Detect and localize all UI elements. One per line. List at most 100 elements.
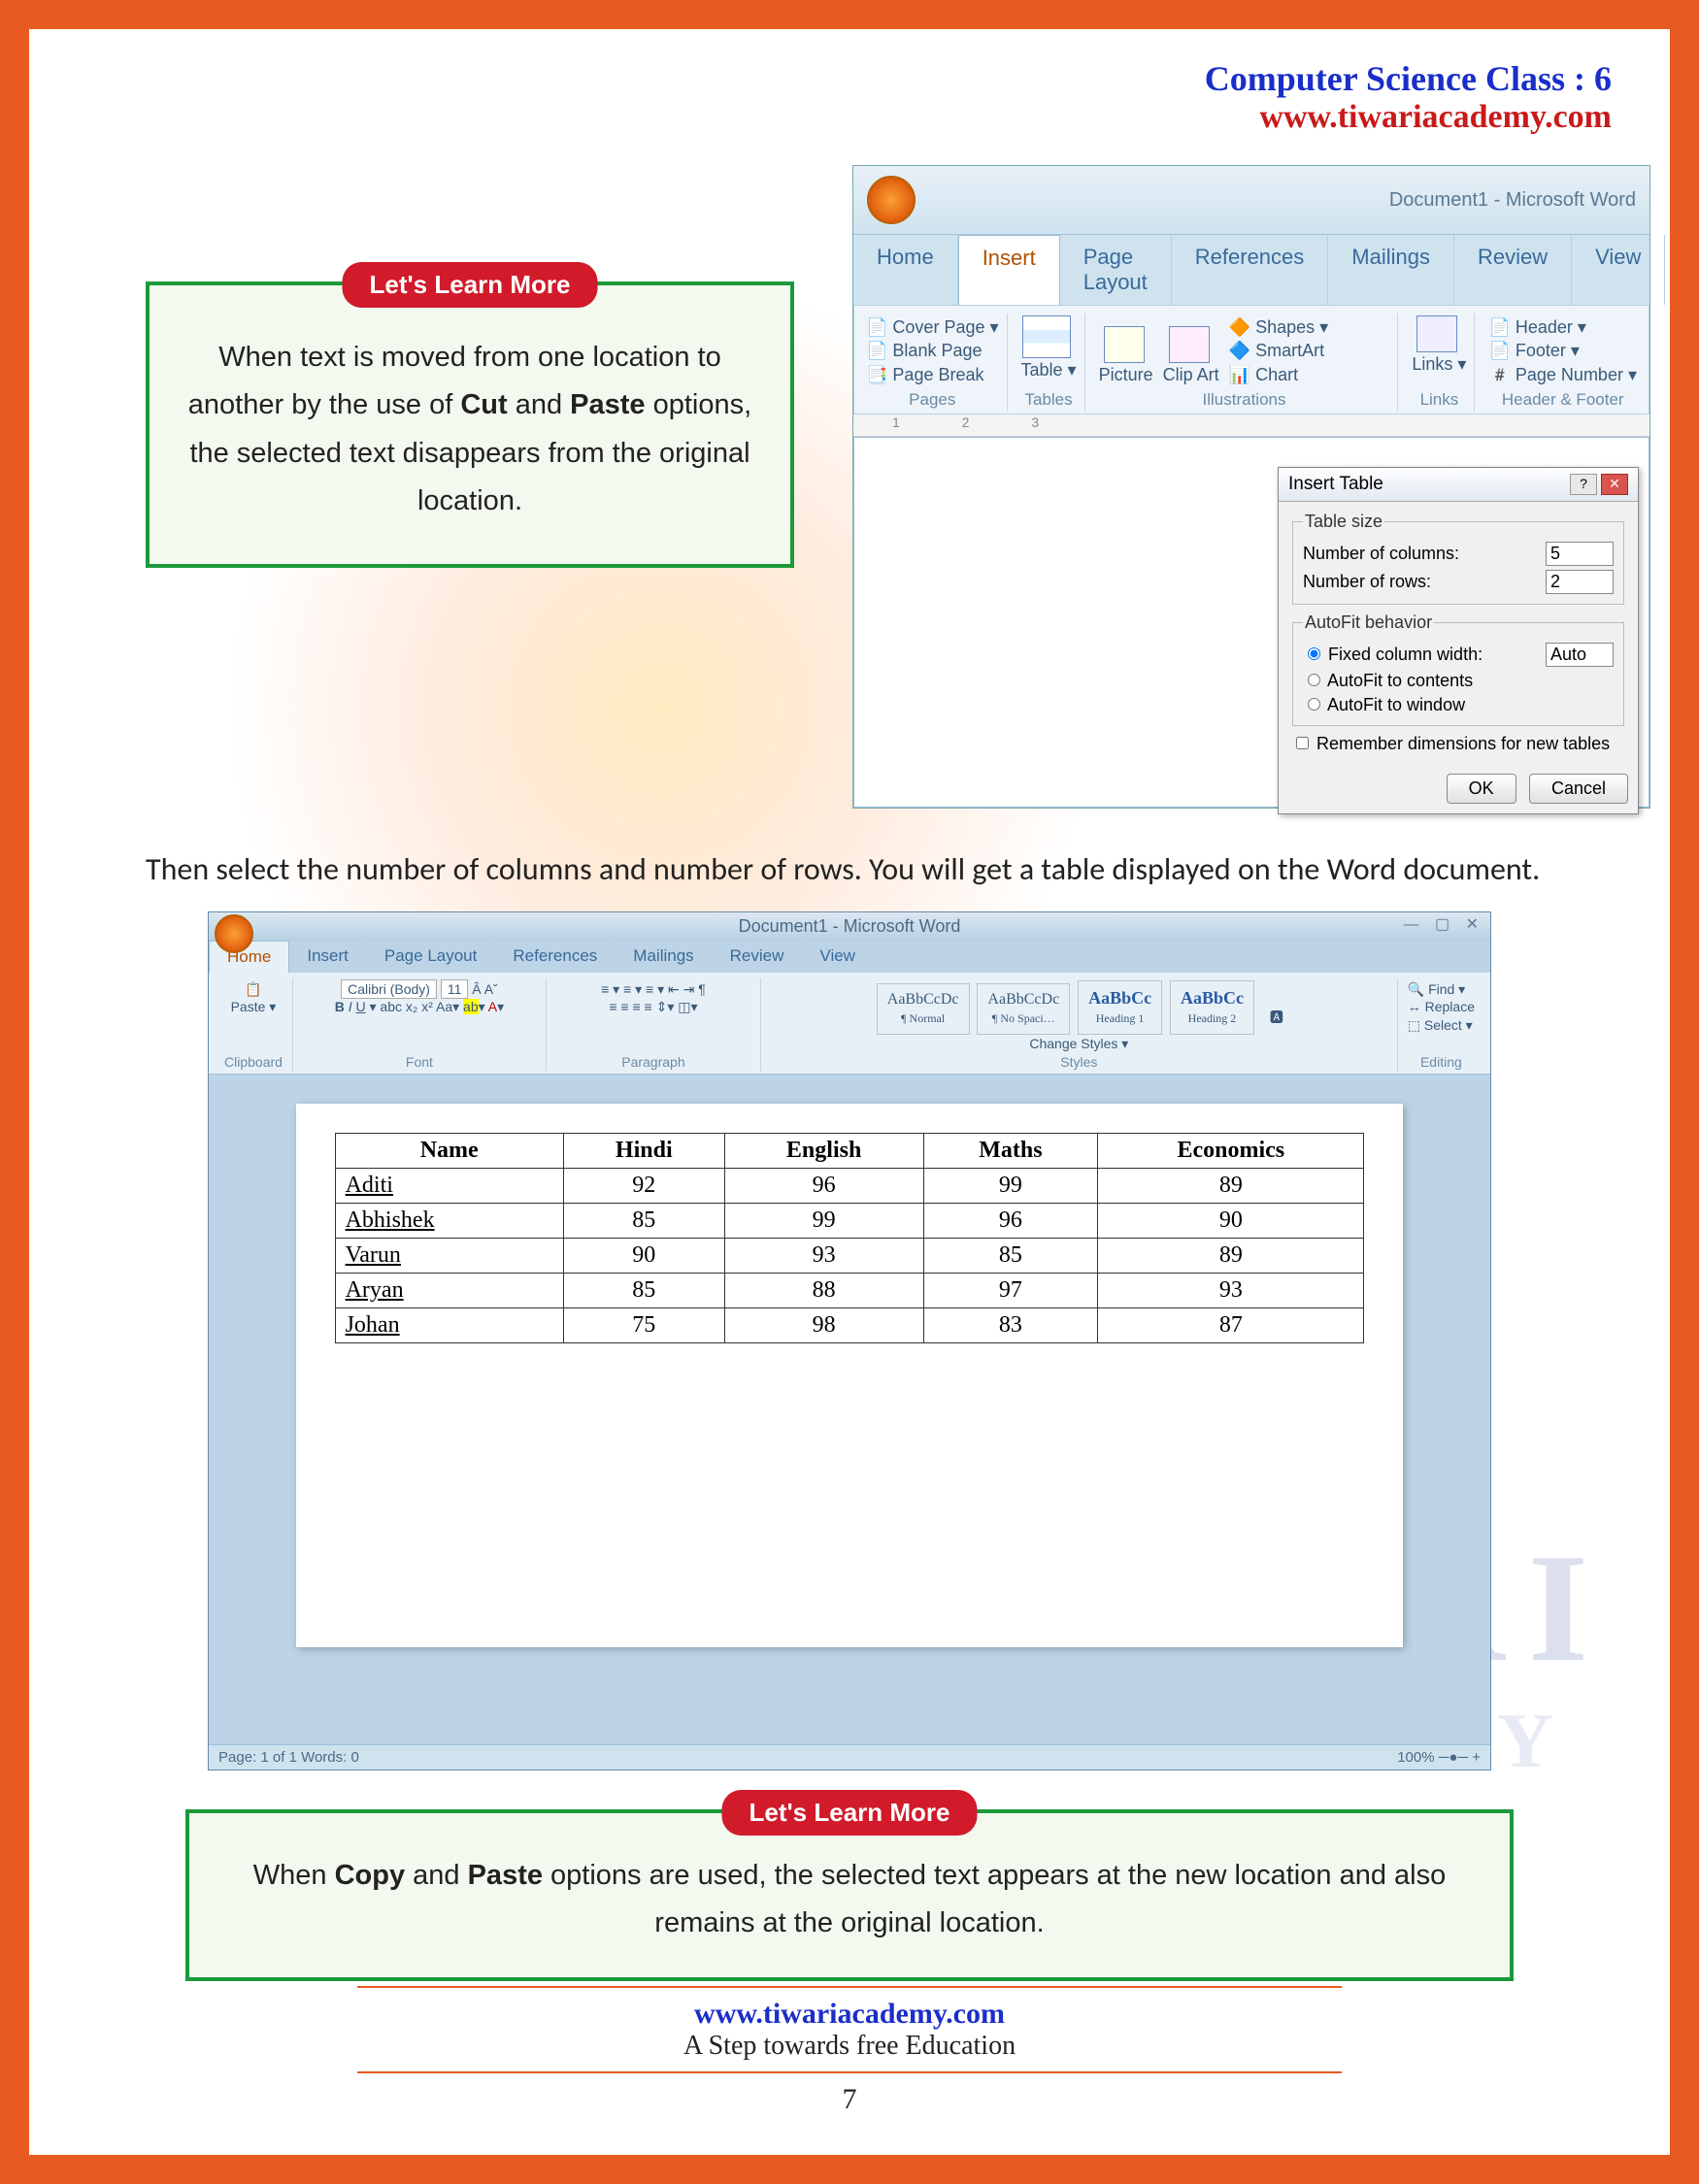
table-button[interactable]: Table	[1021, 360, 1063, 380]
style-normal[interactable]: AaBbCcDc¶ Normal	[877, 983, 970, 1035]
picture-icon[interactable]	[1104, 326, 1145, 363]
cols-label: Number of columns:	[1303, 544, 1459, 564]
header-button[interactable]: 📄 Header ▾	[1488, 315, 1637, 339]
tab-review[interactable]: Review	[1454, 235, 1572, 305]
find-button[interactable]: Find ▾	[1428, 981, 1465, 997]
page-footer: www.tiwariacademy.com A Step towards fre…	[29, 1976, 1670, 2116]
blank-page-button[interactable]: 📄 Blank Page	[866, 339, 999, 362]
tab-mailings[interactable]: Mailings	[1328, 235, 1454, 305]
tab2-view[interactable]: View	[802, 941, 874, 973]
rows-input[interactable]: 2	[1546, 570, 1614, 594]
replace-button[interactable]: Replace	[1425, 999, 1475, 1014]
ok-button[interactable]: OK	[1447, 774, 1516, 804]
style-nospacing[interactable]: AaBbCcDc¶ No Spaci…	[977, 983, 1070, 1035]
dialog-close-icon[interactable]: ✕	[1601, 474, 1628, 495]
header-site: www.tiwariacademy.com	[29, 99, 1612, 136]
dialog-titlebar: Insert Table ? ✕	[1279, 468, 1638, 502]
style-heading2[interactable]: AaBbCcHeading 2	[1170, 980, 1254, 1035]
office-button-icon[interactable]	[867, 176, 916, 224]
font-size-select[interactable]: 11	[441, 979, 469, 999]
word1-titlebar: Document1 - Microsoft Word	[853, 166, 1649, 235]
tab2-mailings[interactable]: Mailings	[616, 941, 712, 973]
word2-tabs: Home Insert Page Layout References Maili…	[209, 941, 1490, 973]
ribbon2-clipboard: 📋Paste ▾ Clipboard	[215, 978, 293, 1072]
page-number: 7	[29, 2083, 1670, 2116]
tab-references[interactable]: References	[1172, 235, 1329, 305]
ribbon2-editing: 🔍 Find ▾ ↔ Replace ⬚ Select ▾ Editing	[1398, 978, 1484, 1072]
style-heading1[interactable]: AaBbCcHeading 1	[1078, 980, 1162, 1035]
footer-button[interactable]: 📄 Footer ▾	[1488, 339, 1637, 362]
font-family-select[interactable]: Calibri (Body)	[341, 979, 437, 999]
word2-titlebar: Document1 - Microsoft Word — ▢ ✕	[209, 912, 1490, 941]
fixed-width-value[interactable]: Auto	[1546, 643, 1614, 667]
footer-divider	[357, 1986, 1342, 1988]
smartart-button[interactable]: 🔷 SmartArt	[1229, 339, 1329, 362]
word1-ribbon: 📄 Cover Page ▾ 📄 Blank Page 📑 Page Break…	[853, 305, 1649, 414]
cancel-button[interactable]: Cancel	[1529, 774, 1628, 804]
picture-button[interactable]: Picture	[1099, 365, 1153, 384]
tab-page-layout[interactable]: Page Layout	[1060, 235, 1172, 305]
body-paragraph: Then select the number of columns and nu…	[29, 809, 1670, 911]
page-header: Computer Science Class : 6 www.tiwariaca…	[29, 29, 1670, 136]
learn-more-box-1: Let's Learn More When text is moved from…	[146, 281, 794, 568]
table-row: Abhishek85999690	[335, 1204, 1364, 1239]
ribbon2-font: Calibri (Body) 11 Â Aˇ B I U ▾ abc x₂ x…	[293, 978, 547, 1072]
table-size-group: Table size Number of columns: 5 Number o…	[1292, 512, 1624, 605]
tab2-references[interactable]: References	[495, 941, 616, 973]
ribbon-group-illustrations: Picture Clip Art 🔶 Shapes ▾ 🔷 SmartArt 📊…	[1091, 314, 1399, 412]
chart-button[interactable]: 📊 Chart	[1229, 363, 1329, 386]
tab2-review[interactable]: Review	[713, 941, 803, 973]
autofit-group: AutoFit behavior Fixed column width:Auto…	[1292, 612, 1624, 726]
autofit-contents-radio[interactable]: AutoFit to contents	[1303, 671, 1473, 691]
rows-label: Number of rows:	[1303, 572, 1431, 592]
word2-document-area: Name Hindi English Maths Economics Aditi…	[209, 1075, 1490, 1744]
status-right[interactable]: 100% ─●─ +	[1397, 1749, 1481, 1766]
tab2-page-layout[interactable]: Page Layout	[367, 941, 495, 973]
footer-divider-2	[357, 2071, 1342, 2073]
table-icon[interactable]	[1022, 315, 1071, 358]
word2-page: Name Hindi English Maths Economics Aditi…	[296, 1104, 1404, 1647]
ribbon-group-pages: 📄 Cover Page ▾ 📄 Blank Page 📑 Page Break…	[858, 314, 1008, 412]
fixed-width-radio[interactable]: Fixed column width:	[1303, 645, 1482, 665]
ribbon2-paragraph: ≡ ▾ ≡ ▾ ≡ ▾ ⇤ ⇥ ¶≡ ≡ ≡ ≡ ⇕▾ ◫▾ Paragraph	[547, 978, 761, 1072]
page: TIWARI A C A D E M Y Computer Science Cl…	[0, 0, 1699, 2184]
links-button[interactable]: Links	[1412, 354, 1452, 374]
italic-button[interactable]: I	[349, 999, 352, 1014]
word2-title: Document1 - Microsoft Word	[739, 916, 961, 936]
word1-tabs: Home Insert Page Layout References Maili…	[853, 235, 1649, 305]
cover-page-button[interactable]: 📄 Cover Page ▾	[866, 315, 999, 339]
paste-button[interactable]: Paste	[231, 999, 266, 1014]
tab2-insert[interactable]: Insert	[289, 941, 367, 973]
table-header-row: Name Hindi English Maths Economics	[335, 1134, 1364, 1169]
ribbon2-styles: AaBbCcDc¶ Normal AaBbCcDc¶ No Spaci… AaB…	[761, 978, 1398, 1072]
ribbon-group-links: Links ▾ Links	[1404, 314, 1475, 412]
cols-input[interactable]: 5	[1546, 542, 1614, 566]
learn-more-box-2: Let's Learn More When Copy and Paste opt…	[185, 1809, 1514, 1981]
page-number-button[interactable]: #️ Page Number ▾	[1488, 363, 1637, 386]
learn-more-text-2: When Copy and Paste options are used, th…	[228, 1852, 1471, 1948]
remember-checkbox[interactable]: Remember dimensions for new tables	[1292, 734, 1610, 754]
clipart-button[interactable]: Clip Art	[1163, 365, 1219, 384]
underline-button[interactable]: U	[356, 999, 366, 1014]
footer-tagline: A Step towards free Education	[29, 2031, 1670, 2062]
bold-button[interactable]: B	[335, 999, 345, 1014]
document-area: Insert Table ? ✕ Table size Number of co…	[853, 437, 1649, 808]
office-button-icon-2[interactable]	[215, 914, 253, 953]
tab-view[interactable]: View	[1572, 235, 1665, 305]
shapes-button[interactable]: 🔶 Shapes ▾	[1229, 315, 1329, 339]
word-screenshot-table-result: Document1 - Microsoft Word — ▢ ✕ Home In…	[208, 911, 1491, 1770]
word2-ribbon: 📋Paste ▾ Clipboard Calibri (Body) 11 Â …	[209, 973, 1490, 1075]
marks-table: Name Hindi English Maths Economics Aditi…	[335, 1133, 1365, 1343]
page-break-button[interactable]: 📑 Page Break	[866, 363, 999, 386]
autofit-window-radio[interactable]: AutoFit to window	[1303, 695, 1465, 715]
tab-home[interactable]: Home	[853, 235, 958, 305]
table-row: Aditi92969989	[335, 1169, 1364, 1204]
window-controls[interactable]: — ▢ ✕	[1404, 914, 1484, 934]
tab-insert[interactable]: Insert	[958, 235, 1060, 305]
links-icon[interactable]	[1416, 315, 1457, 352]
dialog-help-icon[interactable]: ?	[1570, 474, 1597, 495]
clipart-icon[interactable]	[1169, 326, 1210, 363]
learn-more-text-1: When text is moved from one location to …	[179, 334, 761, 525]
select-button[interactable]: Select ▾	[1424, 1017, 1473, 1033]
table-row: Aryan85889793	[335, 1274, 1364, 1308]
